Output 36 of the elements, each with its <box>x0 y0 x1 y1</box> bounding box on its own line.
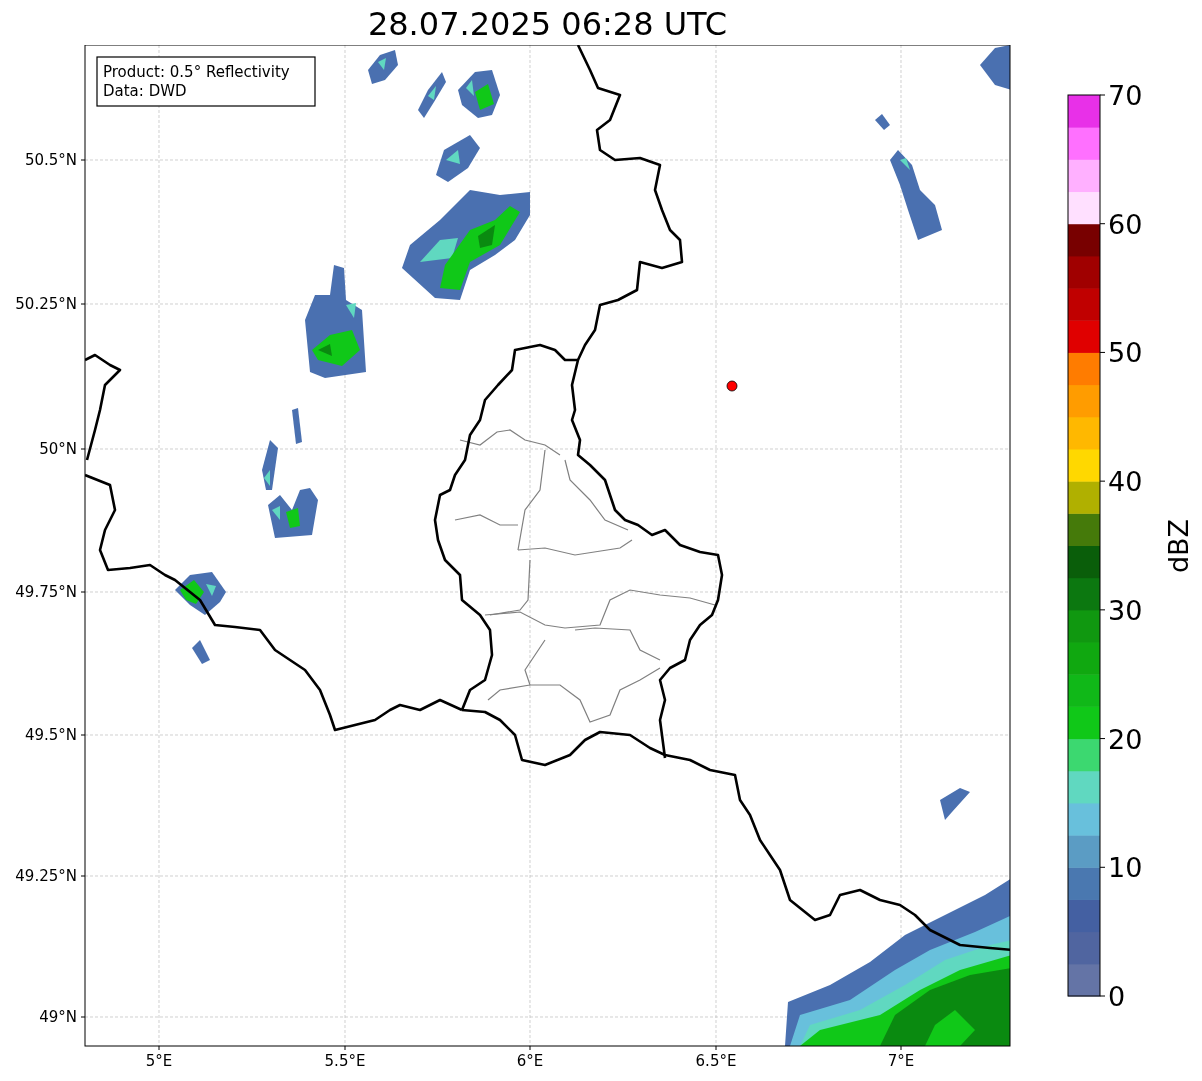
axis-tick-label: 49.75°N <box>15 583 77 601</box>
axis-tick-label: 6.5°E <box>695 1052 737 1070</box>
colorbar-tick-label: 70 <box>1108 80 1143 111</box>
axis-tick-label: 49.25°N <box>15 867 77 885</box>
radar-echo <box>418 72 446 118</box>
axis-tick-label: 50°N <box>39 440 77 458</box>
axis-tick-label: 50.25°N <box>15 295 77 313</box>
info-text: Data: DWD <box>103 82 187 100</box>
radar-echo <box>436 135 480 182</box>
radar-echo <box>458 70 500 118</box>
colorbar-tick-label: 0 <box>1108 981 1126 1012</box>
colorbar-tick-label: 10 <box>1108 852 1143 884</box>
radar-echo <box>292 408 302 444</box>
district-border <box>564 459 629 531</box>
radar-echo <box>368 50 398 84</box>
axis-tick-label: 49.5°N <box>24 726 77 744</box>
chart-title: 28.07.2025 06:28 UTC <box>367 5 728 43</box>
axis-tick-label: 6°E <box>516 1052 544 1070</box>
colorbar-tick-label: 50 <box>1108 337 1143 369</box>
axis-tick-label: 7°E <box>887 1052 915 1070</box>
radar-echo <box>875 114 890 130</box>
colorbar-tick-label: 40 <box>1108 466 1143 498</box>
axis-tick-label: 49°N <box>39 1008 77 1026</box>
info-text: Product: 0.5° Reflectivity <box>103 63 290 81</box>
location-marker <box>726 380 738 392</box>
radar-echo <box>192 640 210 664</box>
axis-tick-label: 5.5°E <box>324 1052 366 1070</box>
radar-echo <box>940 788 970 820</box>
axis-tick-label: 5°E <box>145 1052 173 1070</box>
axis-tick-label: 50.5°N <box>24 151 77 169</box>
colorbar-label: dBZ <box>1163 518 1194 574</box>
colorbar-tick-label: 30 <box>1108 594 1143 626</box>
radar-echo <box>175 572 226 615</box>
colorbar-tick-label: 60 <box>1108 208 1143 240</box>
radar-echo <box>980 45 1010 90</box>
colorbar-tick-label: 20 <box>1108 723 1143 755</box>
